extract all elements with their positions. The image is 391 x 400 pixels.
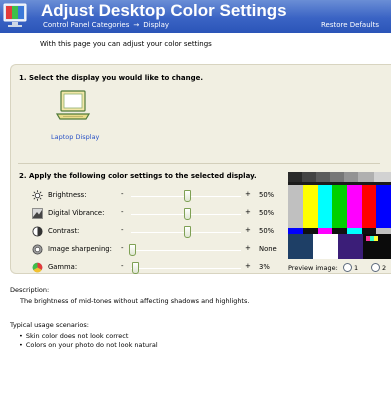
contrast-slider-thumb[interactable] [184, 226, 191, 238]
usage-item: Colors on your photo do not look natural [19, 341, 158, 350]
brightness-increase[interactable]: + [245, 190, 251, 198]
contrast-value: 50% [259, 227, 275, 235]
gamma-icon [32, 262, 43, 273]
gamma-value: 3% [259, 263, 270, 271]
digital-vibrance-label: Digital Vibrance: [48, 209, 105, 217]
laptop-display-label[interactable]: Laptop Display [51, 133, 99, 141]
preview-radio-2[interactable] [371, 263, 380, 272]
title-banner: Adjust Desktop Color Settings Control Pa… [0, 0, 391, 33]
digital-vibrance-decrease[interactable]: - [121, 208, 124, 216]
reverse-bars [288, 228, 391, 234]
digital-vibrance-value: 50% [259, 209, 275, 217]
intro-text: With this page you can adjust your color… [40, 40, 212, 48]
preview-radio-1[interactable] [343, 263, 352, 272]
contrast-row: Contrast: - + 50% [32, 226, 284, 238]
contrast-label: Contrast: [48, 227, 80, 235]
brightness-label: Brightness: [48, 191, 87, 199]
brightness-slider-thumb[interactable] [184, 190, 191, 202]
usage-heading: Typical usage scenarios: [10, 321, 89, 329]
page-title: Adjust Desktop Color Settings [41, 1, 287, 20]
gamma-slider-thumb[interactable] [132, 262, 139, 274]
contrast-increase[interactable]: + [245, 226, 251, 234]
preview-image-label: Preview image: [288, 264, 338, 272]
grayscale-ramp [288, 172, 391, 182]
digital-vibrance-increase[interactable]: + [245, 208, 251, 216]
breadcrumb-display[interactable]: Display [143, 21, 169, 29]
step2-title: 2. Apply the following color settings to… [19, 172, 257, 180]
description-heading: Description: [10, 286, 50, 294]
image-sharpening-decrease[interactable]: - [121, 244, 124, 252]
usage-list: Skin color does not look correct Colors … [19, 332, 158, 350]
digital-vibrance-slider-thumb[interactable] [184, 208, 191, 220]
usage-item: Skin color does not look correct [19, 332, 158, 341]
laptop-icon[interactable] [56, 90, 90, 122]
brightness-decrease[interactable]: - [121, 190, 124, 198]
description-text: The brightness of mid-tones without affe… [20, 297, 250, 305]
digital-vibrance-row: Digital Vibrance: - + 50% [32, 208, 284, 220]
sharpening-icon [32, 244, 43, 255]
preview-radio-2-label[interactable]: 2 [382, 264, 386, 272]
image-sharpening-row: Image sharpening: - + None [32, 244, 284, 256]
section-divider [18, 163, 380, 164]
image-sharpening-increase[interactable]: + [245, 244, 251, 252]
restore-defaults-link[interactable]: Restore Defaults [321, 21, 379, 29]
pluge-blocks [288, 234, 391, 259]
breadcrumb: Control Panel Categories → Display [43, 21, 169, 29]
preview-radio-1-label[interactable]: 1 [354, 264, 358, 272]
brightness-value: 50% [259, 191, 275, 199]
gamma-decrease[interactable]: - [121, 262, 124, 270]
contrast-icon [32, 226, 43, 237]
gamma-label: Gamma: [48, 263, 78, 271]
contrast-decrease[interactable]: - [121, 226, 124, 234]
brightness-row: Brightness: - + 50% [32, 190, 284, 202]
color-bars [288, 185, 391, 228]
image-sharpening-slider-track[interactable] [131, 250, 241, 251]
vibrance-icon [32, 208, 43, 219]
gamma-increase[interactable]: + [245, 262, 251, 270]
sun-icon [32, 190, 43, 201]
image-sharpening-slider-thumb[interactable] [129, 244, 136, 256]
gamma-slider-track[interactable] [131, 268, 241, 269]
breadcrumb-arrow-icon: → [133, 21, 140, 29]
preview-image [288, 172, 391, 259]
image-sharpening-value: None [259, 245, 277, 253]
breadcrumb-control-panel-categories[interactable]: Control Panel Categories [43, 21, 129, 29]
image-sharpening-label: Image sharpening: [48, 245, 112, 253]
gamma-row: Gamma: - + 3% [32, 262, 284, 274]
display-settings-icon [3, 3, 27, 27]
step1-title: 1. Select the display you would like to … [19, 74, 204, 82]
